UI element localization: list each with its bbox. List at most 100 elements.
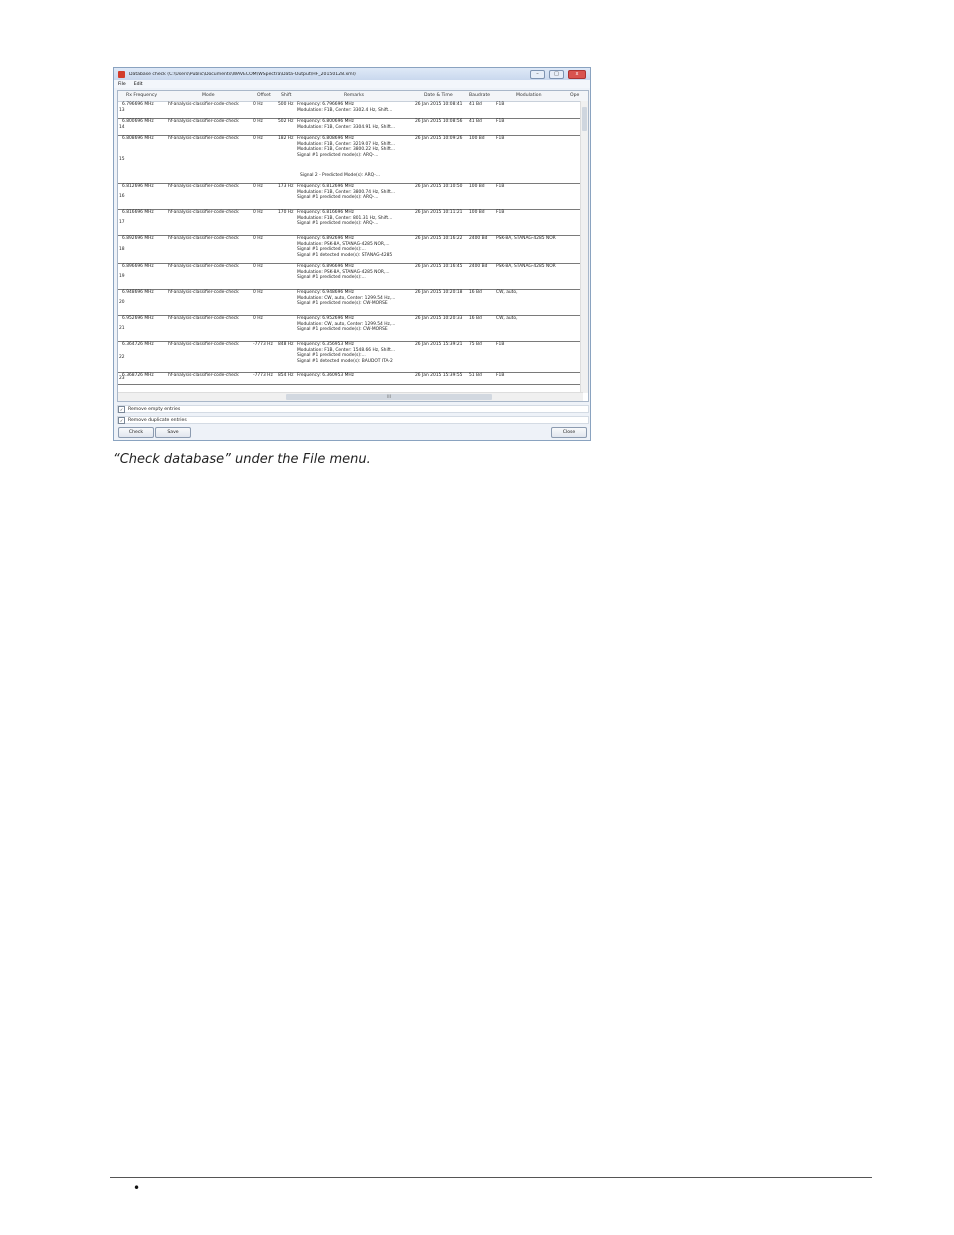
minimize-button[interactable]: – bbox=[530, 69, 545, 79]
cell-offset: 0 Hz bbox=[253, 236, 263, 241]
col-ope[interactable]: Ope bbox=[570, 93, 579, 98]
remove-duplicate-label: Remove duplicate entries bbox=[128, 418, 187, 423]
cell-modulation: F1B bbox=[496, 373, 505, 378]
cell-mode: hf-analysis-classifier-code-check bbox=[168, 290, 239, 295]
cell-rx-frequency: 6.816696 MHz bbox=[122, 210, 154, 215]
cell-rx-frequency: 6.800696 MHz bbox=[122, 119, 154, 124]
close-window-button[interactable]: x bbox=[568, 69, 586, 79]
row-number: 21 bbox=[119, 326, 125, 331]
cell-datetime: 26 Jan 2015 10:16:22 bbox=[415, 236, 463, 241]
cell-offset: -7773 Hz bbox=[253, 342, 273, 347]
cell-rx-frequency: 6.796696 MHz bbox=[122, 102, 154, 107]
cell-offset: 0 Hz bbox=[253, 184, 263, 189]
col-offset[interactable]: Offset bbox=[257, 93, 271, 98]
table-row[interactable]: 13 6.796696 MHz hf-analysis-classifier-cod… bbox=[118, 101, 582, 119]
horizontal-scroll-thumb[interactable]: III bbox=[286, 394, 492, 400]
check-button[interactable]: Check bbox=[118, 427, 154, 438]
table-row[interactable]: 20 6.948696 MHz hf-analysis-classifier-cod… bbox=[118, 289, 582, 316]
cell-remarks-line: Signal #1 predicted mode(s): CW-MORSE bbox=[297, 301, 388, 307]
vertical-scroll-thumb[interactable] bbox=[582, 107, 587, 131]
row-number: 19 bbox=[119, 274, 125, 279]
cell-offset: 0 Hz bbox=[253, 264, 263, 269]
cell-offset: 0 Hz bbox=[253, 290, 263, 295]
table-row[interactable]: 22 6.364726 MHz hf-analysis-classifier-cod… bbox=[118, 341, 582, 373]
row-number: 18 bbox=[119, 247, 125, 252]
window-title: Database check (C:\Users\Public\Document… bbox=[129, 71, 356, 77]
remove-empty-checkbox[interactable]: ✓ bbox=[118, 406, 125, 413]
cell-shift: 170 Hz bbox=[278, 210, 294, 215]
remove-duplicate-option[interactable]: ✓ Remove duplicate entries bbox=[118, 417, 187, 424]
vertical-scrollbar[interactable] bbox=[580, 101, 588, 393]
figure-caption: “Check database” under the File menu. bbox=[113, 452, 371, 467]
cell-remarks-line: Signal #1 predicted mode(s): CW-MORSE bbox=[297, 327, 388, 333]
cell-remarks-line: Signal 2 - Predicted Mode(s): ARQ-... bbox=[300, 173, 381, 178]
cell-baudrate: 100 Bd bbox=[469, 136, 485, 141]
col-mode[interactable]: Mode bbox=[202, 93, 215, 98]
table-row[interactable]: 23 6.368726 MHz hf-analysis-classifier-cod… bbox=[118, 372, 582, 385]
remove-empty-label: Remove empty entries bbox=[128, 407, 181, 412]
horizontal-scrollbar[interactable]: III bbox=[118, 392, 583, 401]
table-row[interactable]: 16 6.812696 MHz hf-analysis-classifier-cod… bbox=[118, 183, 582, 210]
cell-remarks-line: Modulation: CW, auto, Center: 1299.54 Hz… bbox=[297, 321, 396, 327]
col-rx-frequency[interactable]: Rx Frequency bbox=[126, 93, 157, 98]
cell-remarks-line: Modulation: F1B, Center: 3800.22 Hz, Shi… bbox=[297, 147, 396, 153]
menu-file[interactable]: File bbox=[118, 82, 126, 87]
cell-modulation: PSK-8A, STANAG-4285 NOR bbox=[496, 264, 556, 269]
cell-rx-frequency: 6.808696 MHz bbox=[122, 136, 154, 141]
row-number: 17 bbox=[119, 220, 125, 225]
remove-empty-option[interactable]: ✓ Remove empty entries bbox=[118, 406, 180, 413]
col-baudrate[interactable]: Baudrate bbox=[469, 93, 490, 98]
col-datetime[interactable]: Date & Time bbox=[424, 93, 453, 98]
cell-datetime: 26 Jan 2015 15:39:55 bbox=[415, 373, 463, 378]
table-row[interactable]: 15 6.808696 MHz hf-analysis-classifier-cod… bbox=[118, 135, 582, 184]
save-button[interactable]: Save bbox=[155, 427, 191, 438]
cell-baudrate: 2400 Bd bbox=[469, 264, 488, 269]
maximize-button[interactable]: □ bbox=[549, 69, 564, 79]
cell-baudrate: 2400 Bd bbox=[469, 236, 488, 241]
cell-remarks-line: Signal #1 detected mode(s): STANAG-4285 bbox=[297, 252, 393, 258]
col-remarks[interactable]: Remarks bbox=[344, 93, 364, 98]
row-number: 22 bbox=[119, 354, 125, 360]
cell-remarks-line: Frequency: 6.808696 MHz bbox=[297, 136, 354, 141]
cell-baudrate: 41 Bd bbox=[469, 119, 482, 124]
cell-remarks-line: Signal #1 predicted mode(s):... bbox=[297, 247, 366, 253]
close-button[interactable]: Close bbox=[551, 427, 587, 438]
menu-edit[interactable]: Edit bbox=[134, 82, 143, 87]
table-row[interactable]: 21 6.952696 MHz hf-analysis-classifier-cod… bbox=[118, 315, 582, 342]
col-modulation[interactable]: Modulation bbox=[516, 93, 542, 98]
table-row[interactable]: 19 6.896696 MHz hf-analysis-classifier-cod… bbox=[118, 263, 582, 290]
cell-shift: 173 Hz bbox=[278, 184, 294, 189]
cell-datetime: 26 Jan 2015 15:39:21 bbox=[415, 342, 463, 347]
cell-datetime: 26 Jan 2015 10:09:26 bbox=[415, 136, 463, 141]
cell-rx-frequency: 6.896696 MHz bbox=[122, 264, 154, 269]
results-grid[interactable]: Rx Frequency Mode Offset Shift Remarks D… bbox=[117, 90, 589, 402]
menu-bar: File Edit bbox=[114, 80, 590, 88]
col-shift[interactable]: Shift bbox=[281, 93, 291, 98]
cell-rx-frequency: 6.892696 MHz bbox=[122, 236, 154, 241]
cell-shift: 848 Hz bbox=[278, 342, 294, 347]
cell-shift: 182 Hz bbox=[278, 136, 294, 141]
cell-offset: 0 Hz bbox=[253, 316, 263, 321]
table-row[interactable]: 18 6.892696 MHz hf-analysis-classifier-cod… bbox=[118, 235, 582, 264]
title-bar[interactable]: Database check (C:\Users\Public\Document… bbox=[114, 68, 590, 80]
table-row[interactable]: 17 6.816696 MHz hf-analysis-classifier-cod… bbox=[118, 209, 582, 236]
footer-rule bbox=[110, 1177, 872, 1178]
cell-shift: 854 Hz bbox=[278, 373, 294, 378]
cell-modulation: CW, auto, bbox=[496, 290, 518, 295]
footer-bullet: • bbox=[133, 1181, 141, 1195]
cell-remarks-line: Frequency: 6.952696 MHz bbox=[297, 316, 354, 321]
cell-remarks-line: Frequency: 6.948696 MHz bbox=[297, 290, 354, 295]
row-number: 20 bbox=[119, 300, 125, 305]
cell-modulation: PSK-8A, STANAG-4285 NOR bbox=[496, 236, 556, 241]
remove-duplicate-checkbox[interactable]: ✓ bbox=[118, 417, 125, 424]
cell-mode: hf-analysis-classifier-code-check bbox=[168, 184, 239, 189]
cell-remarks-line: Modulation: CW, auto, Center: 1299.54 Hz… bbox=[297, 295, 396, 301]
cell-datetime: 26 Jan 2015 10:11:21 bbox=[415, 210, 463, 215]
cell-mode: hf-analysis-classifier-code-check bbox=[168, 316, 239, 321]
cell-remarks-line: Frequency: 6.816696 MHz bbox=[297, 210, 354, 215]
cell-remarks-line: Modulation: F1B, Center: 801.31 Hz, Shif… bbox=[297, 215, 393, 221]
cell-mode: hf-analysis-classifier-code-check bbox=[168, 236, 239, 241]
table-row[interactable]: 14 6.800696 MHz hf-analysis-classifier-cod… bbox=[118, 118, 582, 136]
cell-remarks-line: Modulation: F1B, Center: 3302.4 Hz, Shif… bbox=[297, 107, 393, 113]
cell-remarks-line: Signal #1 predicted mode(s): ARQ-... bbox=[297, 221, 379, 227]
